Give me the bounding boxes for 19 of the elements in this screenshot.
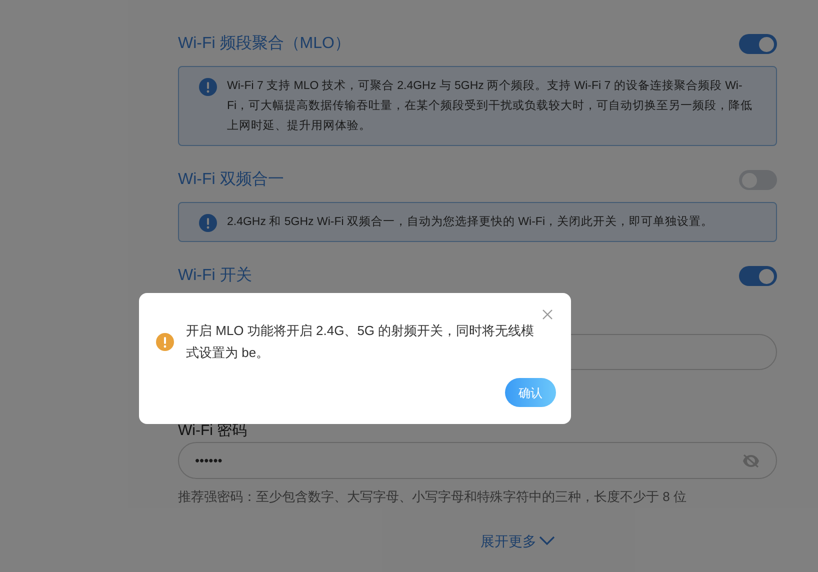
- info-text: 2.4GHz 和 5GHz Wi-Fi 双频合一，自动为您选择更快的 Wi-Fi，关闭此开关，即可单独设置。: [227, 214, 713, 230]
- eye-off-icon[interactable]: [742, 454, 760, 468]
- confirm-button[interactable]: 确认: [505, 378, 556, 407]
- exclamation-icon: [199, 214, 217, 232]
- expand-more-link[interactable]: 展开更多: [480, 530, 554, 552]
- toggle-switch[interactable]: [739, 34, 777, 54]
- toggle-switch[interactable]: [739, 266, 777, 286]
- setting-title: Wi-Fi 频段聚合（MLO）: [178, 34, 350, 54]
- setting-title: Wi-Fi 开关: [178, 266, 252, 286]
- close-icon[interactable]: [542, 309, 553, 320]
- exclamation-icon: [199, 78, 217, 96]
- chevron-down-icon: [538, 536, 554, 546]
- exclamation-icon: [156, 333, 174, 351]
- info-text: Wi-Fi 7 支持 MLO 技术，可聚合 2.4GHz 与 5GHz 两个频段。支持 Wi-Fi 7 的设备连接聚合频段 Wi-Fi，可大幅提高数据传输吞吐量，在某个频段受到干扰或负载较大时，可自动切换至另一频段，降低上网时延、提升用网体验。: [227, 78, 754, 134]
- password-hint: 推荐强密码：至少包含数字、大写字母、小写字母和特殊字符中的三种，长度不少于 8 位: [178, 488, 688, 506]
- dialog-message: 开启 MLO 功能将开启 2.4G、5G 的射频开关，同时将无线模式设置为 be。: [186, 322, 536, 362]
- password-field[interactable]: ••••••: [178, 442, 777, 479]
- password-value: ••••••: [195, 452, 222, 470]
- setting-title: Wi-Fi 双频合一: [178, 170, 284, 190]
